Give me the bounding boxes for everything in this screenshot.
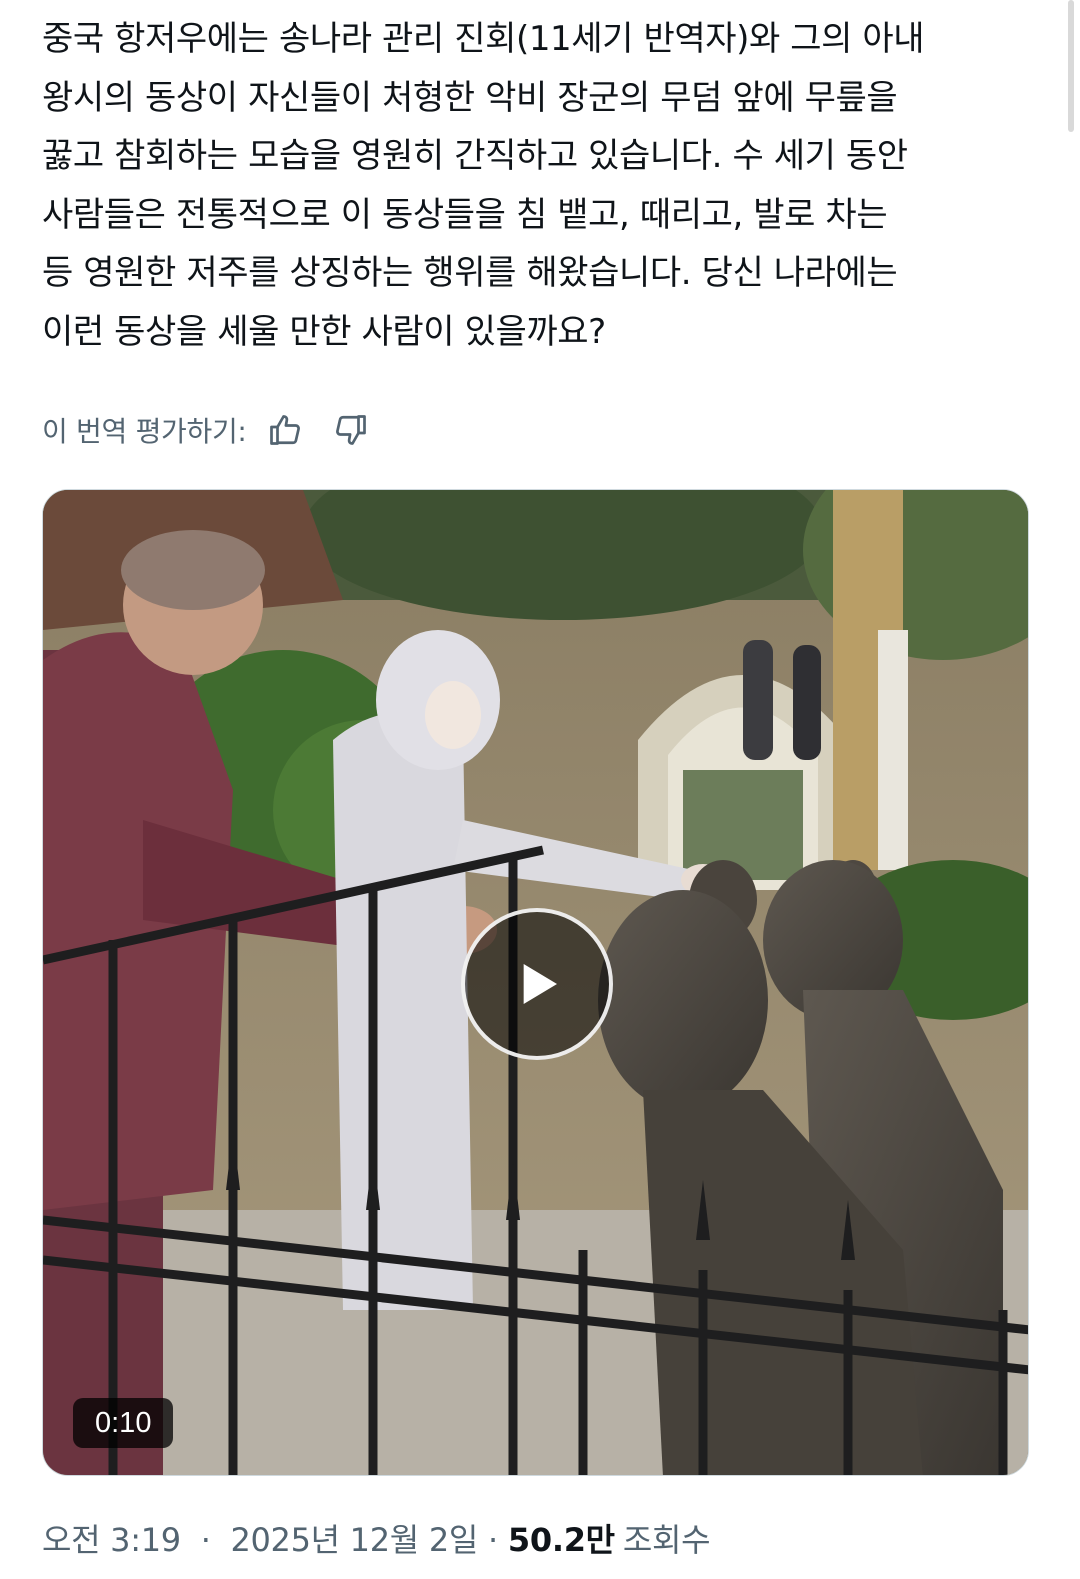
meta-separator: ·: [488, 1521, 498, 1559]
tweet-text: 중국 항저우에는 송나라 관리 진회(11세기 반역자)와 그의 아내 왕시의 …: [42, 19, 925, 352]
tweet-timestamp-link[interactable]: 오전 3:19 · 2025년 12월 2일: [42, 1513, 478, 1567]
play-button[interactable]: [461, 908, 613, 1060]
tweet-meta: 오전 3:19 · 2025년 12월 2일 · 50.2만 조회수: [42, 1513, 711, 1567]
scrollbar[interactable]: [1068, 0, 1074, 132]
rate-translation-label: 이 번역 평가하기:: [42, 415, 247, 448]
thumbs-down-button[interactable]: [329, 408, 373, 452]
play-icon: [523, 964, 557, 1004]
meta-separator: ·: [200, 1521, 211, 1559]
translation-rating-row: 이 번역 평가하기:: [42, 405, 373, 455]
views-count: 50.2만: [507, 1521, 615, 1559]
thumbs-up-icon: [269, 415, 300, 445]
tweet-time: 오전 3:19: [42, 1521, 181, 1559]
video-player[interactable]: 0:10: [42, 489, 1029, 1476]
tweet-detail-page: 중국 항저우에는 송나라 관리 진회(11세기 반역자)와 그의 아내 왕시의 …: [0, 0, 1080, 1579]
thumbs-up-button[interactable]: [263, 408, 307, 452]
views-label: 조회수: [622, 1521, 711, 1559]
video-duration-badge: 0:10: [73, 1398, 174, 1448]
thumbs-down-icon: [335, 415, 366, 445]
tweet-date: 2025년 12월 2일: [230, 1521, 479, 1559]
